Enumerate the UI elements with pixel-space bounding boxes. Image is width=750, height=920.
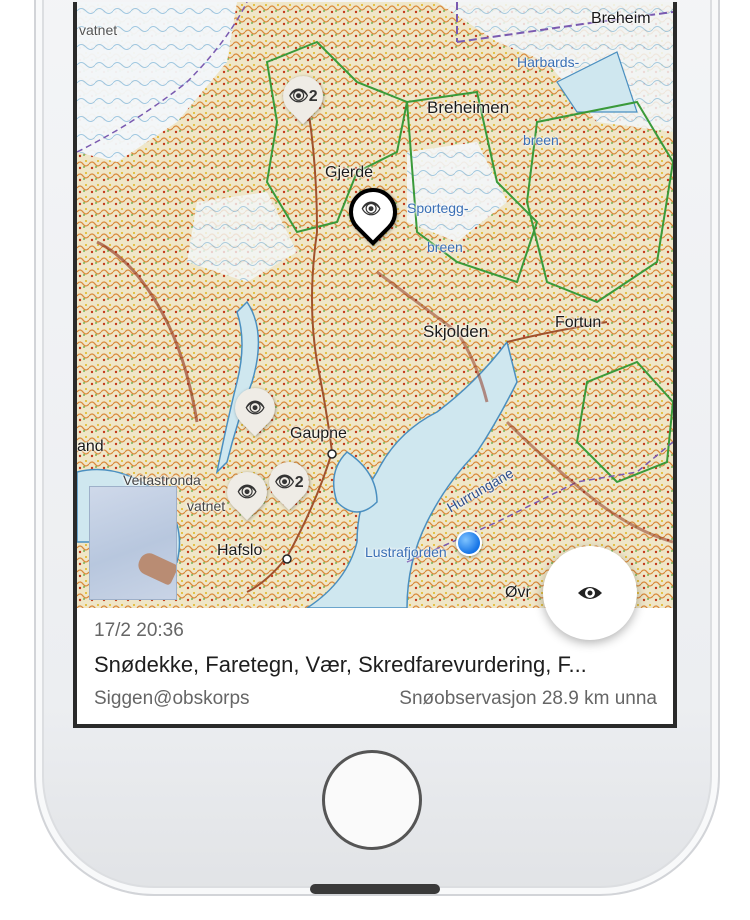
map-view[interactable]: Breheimen Harbards- breen Breheim Gjerde… (77, 2, 673, 608)
observation-title: Snødekke, Faretegn, Vær, Skredfarevurder… (94, 652, 587, 677)
pin-count: 2 (294, 474, 304, 491)
observation-pin-selected[interactable]: 👁 (339, 178, 407, 246)
place-label-lustrafjorden: Lustrafjorden (365, 544, 447, 560)
home-button[interactable] (322, 750, 422, 850)
place-label-skjolden: Skjolden (423, 322, 489, 341)
eye-icon: 👁 (236, 484, 258, 501)
place-label-hafslo: Hafslo (217, 542, 263, 559)
observer-name: Siggen@obskorps (94, 688, 250, 709)
app-screen: Breheimen Harbards- breen Breheim Gjerde… (73, 2, 677, 728)
place-label-ovre: Øvr (505, 584, 531, 601)
place-label-vatnet: vatnet (187, 498, 226, 514)
place-label-harbardsbreen: Harbards- (517, 54, 580, 70)
observation-pin-cluster[interactable]: 👁2 (260, 453, 318, 514)
eye-icon: 👁 (360, 201, 382, 218)
observation-pin[interactable]: 👁 (226, 379, 284, 440)
place-label-sporteggbreen: Sportegg- (407, 200, 469, 216)
place-label-and: and (77, 438, 104, 455)
pin-count: 2 (308, 88, 318, 105)
place-label-harbardsbreen-2: breen (523, 132, 559, 148)
observation-pin[interactable]: 👁 (218, 463, 276, 524)
place-label-breheimen: Breheimen (427, 98, 510, 117)
eye-icon: 👁 (244, 400, 266, 417)
observations-toggle-button[interactable] (543, 546, 637, 640)
eye-icon: 👁 (288, 88, 309, 105)
observation-photo-thumbnail[interactable] (89, 486, 177, 600)
place-label-gjerde: Gjerde (325, 164, 374, 181)
current-location-dot (456, 530, 482, 556)
place-label-fortun: Fortun (555, 314, 602, 331)
place-label-gaupne: Gaupne (290, 425, 347, 442)
eye-icon (578, 587, 602, 599)
observation-date: 17/2 20:36 (94, 620, 184, 641)
place-label-sporteggbreen-2: breen (427, 239, 463, 255)
phone-bottom-edge (310, 884, 440, 894)
observation-pin-cluster[interactable]: 👁2 (274, 67, 332, 128)
observation-type-distance: Snøobservasjon 28.9 km unna (399, 688, 657, 709)
eye-icon: 👁 (274, 474, 295, 491)
place-label-breheim-edge: Breheim (591, 10, 651, 27)
place-label-vatnet-top: vatnet (79, 22, 118, 38)
